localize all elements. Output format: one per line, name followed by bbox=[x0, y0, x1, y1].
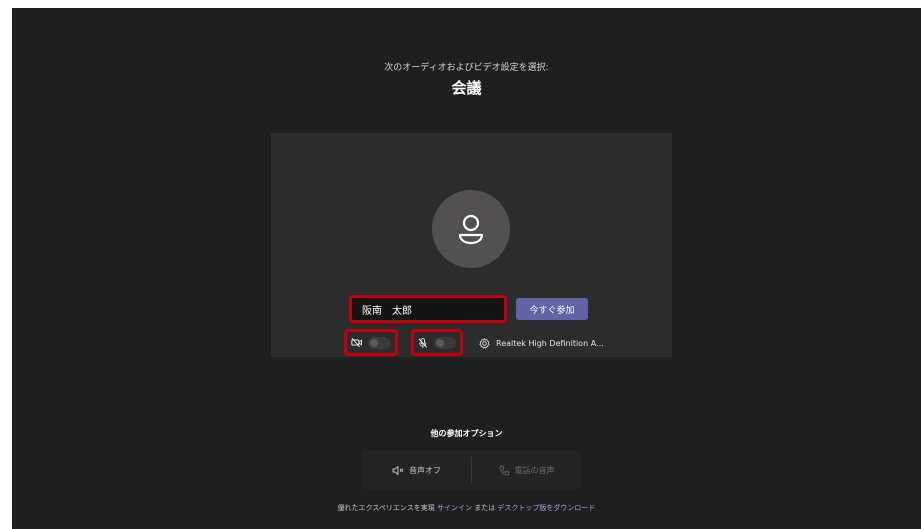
mic-toggle[interactable] bbox=[433, 336, 456, 349]
person-icon bbox=[458, 214, 484, 245]
phone-icon bbox=[499, 465, 509, 475]
toggle-knob bbox=[370, 338, 379, 347]
join-now-button[interactable]: 今すぐ参加 bbox=[516, 298, 588, 320]
audio-device-label: Realtek High Definition A... bbox=[496, 338, 604, 348]
video-preview-panel: 今すぐ参加 bbox=[271, 133, 672, 357]
other-join-options-heading: 他の参加オプション bbox=[430, 429, 503, 438]
signin-link[interactable]: サインイン bbox=[437, 504, 472, 512]
camera-off-icon bbox=[351, 337, 362, 348]
audio-off-option[interactable]: 音声オフ bbox=[362, 451, 471, 489]
gear-icon bbox=[479, 337, 490, 349]
camera-toggle-group bbox=[344, 329, 398, 356]
meeting-prejoin-screen: 次のオーディオおよびビデオ設定を選択: 会議 今すぐ参加 bbox=[12, 8, 921, 529]
desktop-download-link[interactable]: デスクトップ版をダウンロード bbox=[497, 504, 595, 512]
footer-text-before: 優れたエクスペリエンスを実現 bbox=[337, 504, 437, 512]
settings-prompt: 次のオーディオおよびビデオ設定を選択: bbox=[384, 63, 549, 73]
mic-off-icon bbox=[418, 337, 427, 348]
mic-toggle-group bbox=[411, 329, 463, 356]
name-field[interactable] bbox=[349, 295, 507, 323]
toggle-knob bbox=[435, 338, 444, 347]
audio-off-label: 音声オフ bbox=[409, 465, 441, 475]
meeting-title: 会議 bbox=[451, 79, 482, 97]
phone-audio-label: 電話の音声 bbox=[514, 465, 555, 475]
footer-text-middle: または bbox=[471, 504, 498, 512]
avatar bbox=[432, 190, 510, 268]
phone-audio-option[interactable]: 電話の音声 bbox=[472, 451, 581, 489]
join-options-bar: 音声オフ 電話の音声 bbox=[362, 451, 581, 489]
audio-device-selector[interactable]: Realtek High Definition A... bbox=[479, 335, 604, 351]
name-input[interactable] bbox=[362, 303, 494, 315]
speaker-off-icon bbox=[392, 465, 404, 475]
camera-toggle[interactable] bbox=[368, 336, 391, 349]
footer-note: 優れたエクスペリエンスを実現 サインイン または デスクトップ版をダウンロード bbox=[12, 503, 921, 513]
